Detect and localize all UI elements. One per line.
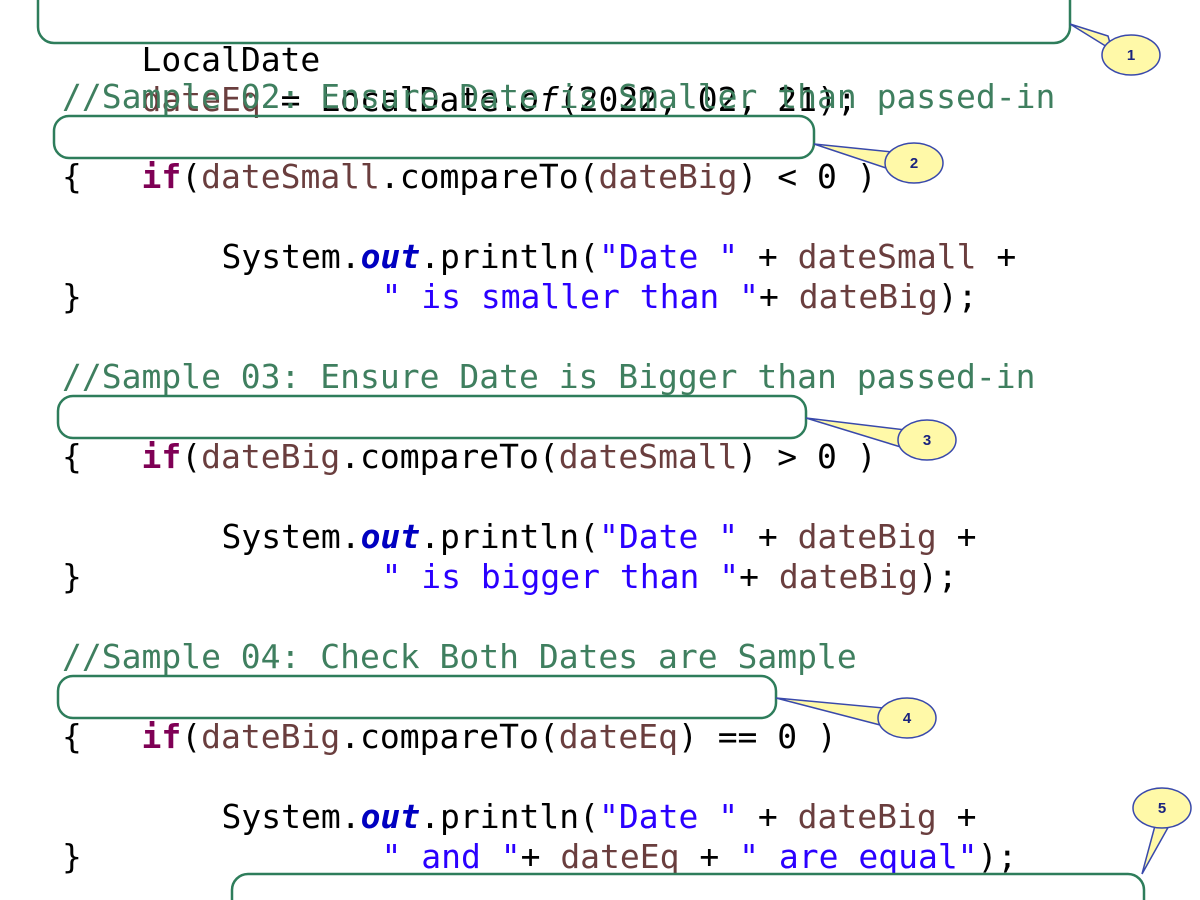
highlight-box [52, 114, 816, 160]
callout-badge-4: 4 [775, 697, 937, 739]
callout-number: 4 [903, 710, 912, 727]
callout-badge-2: 2 [813, 142, 944, 184]
callout-number: 2 [910, 155, 918, 172]
callout-number: 1 [1127, 47, 1135, 64]
callout-overlay: 1 2 3 4 5 [36, 0, 1192, 900]
callout-badge-3: 3 [805, 417, 957, 461]
code-screenshot: LocalDate dateEq = LocalDate.of(2022, 02… [0, 0, 1200, 900]
highlight-box [56, 394, 808, 440]
callout-number: 5 [1158, 800, 1166, 817]
callout-badge-1: 1 [1069, 23, 1161, 76]
callout-badge-5: 5 [1132, 787, 1192, 875]
callout-number: 3 [923, 432, 931, 449]
highlight-box [56, 674, 778, 720]
highlight-box [230, 872, 1146, 900]
highlight-box [36, 0, 1072, 45]
